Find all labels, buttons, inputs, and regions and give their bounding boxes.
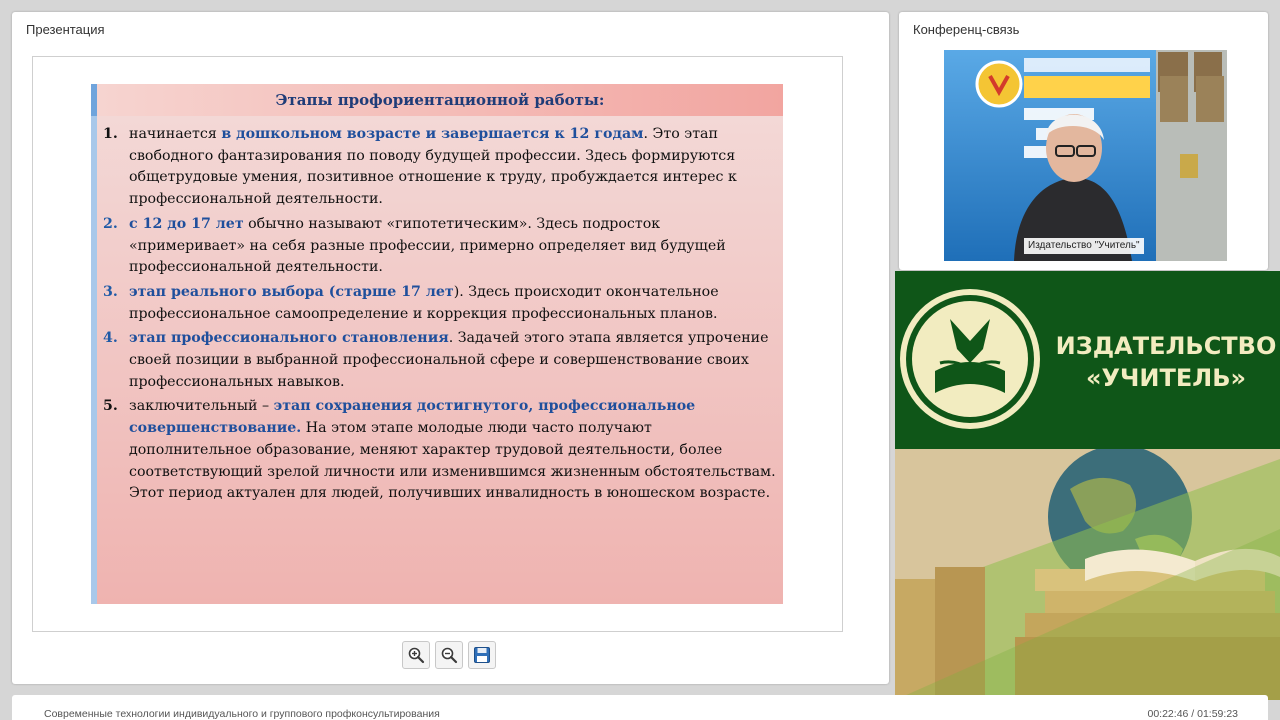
playback-timer: 00:22:46 / 01:59:23 [1147, 708, 1239, 720]
conference-panel-title: Конференц-связь [913, 22, 1020, 37]
slide-stage-list: 1. начинается в дошкольном возрасте и за… [97, 124, 777, 508]
stage-highlight: в дошкольном возрасте и завершается к 12… [221, 126, 644, 142]
speaker-video[interactable]: Издательство "Учитель" [944, 50, 1227, 261]
stage-number: 5. [103, 398, 118, 415]
slide-stage-item-2: 2. с 12 до 17 лет обычно называют «гипот… [103, 214, 777, 279]
zoom-in-icon [408, 647, 425, 664]
stage-highlight: этап профессионального становления [129, 330, 449, 347]
presentation-panel-title: Презентация [26, 22, 105, 37]
stage-number: 1. [103, 126, 118, 142]
slide-stage-item-4: 4. этап профессионального становления. З… [103, 328, 777, 393]
footer-bar: Современные технологии индивидуального и… [12, 695, 1268, 720]
slide-stage-item-1: 1. начинается в дошкольном возрасте и за… [103, 124, 777, 211]
slide-viewer[interactable]: Этапы профориентационной работы: 1. начи… [32, 56, 843, 632]
course-title: Современные технологии индивидуального и… [44, 708, 440, 720]
zoom-in-button[interactable] [402, 641, 430, 669]
books-globe-illustration [895, 449, 1280, 700]
video-frame-art [944, 50, 1227, 261]
slide-stage-item-3: 3. этап реального выбора (старше 17 лет)… [103, 282, 777, 325]
zoom-out-icon [441, 647, 458, 664]
books-globe-art [895, 449, 1280, 700]
zoom-out-button[interactable] [435, 641, 463, 669]
stage-number: 4. [103, 330, 118, 347]
publisher-name-line2: «УЧИТЕЛЬ» [1086, 364, 1246, 392]
speaker-name-label: Издательство "Учитель" [1024, 238, 1144, 254]
presentation-panel: Презентация Этапы профориентационной раб… [12, 12, 889, 684]
save-button[interactable] [468, 641, 496, 669]
stage-number: 3. [103, 283, 118, 300]
slide-heading: Этапы профориентационной работы: [275, 91, 605, 109]
slide-heading-bar: Этапы профориентационной работы: [91, 84, 783, 116]
publisher-name-line1: ИЗДАТЕЛЬСТВО [1055, 332, 1277, 360]
stage-highlight: этап реального выбора (старше 17 лет [129, 283, 454, 300]
slide-body: 1. начинается в дошкольном возрасте и за… [91, 116, 783, 604]
stage-number: 2. [103, 215, 118, 232]
slide-stage-item-5: 5. заключительный – этап сохранения дост… [103, 396, 777, 505]
stage-text-before: заключительный – [129, 398, 274, 415]
publisher-name: ИЗДАТЕЛЬСТВО «УЧИТЕЛЬ» [1050, 330, 1280, 394]
stage-highlight: с 12 до 17 лет [129, 215, 244, 232]
stage-text-before: начинается [129, 126, 222, 142]
floppy-disk-icon [474, 647, 490, 663]
